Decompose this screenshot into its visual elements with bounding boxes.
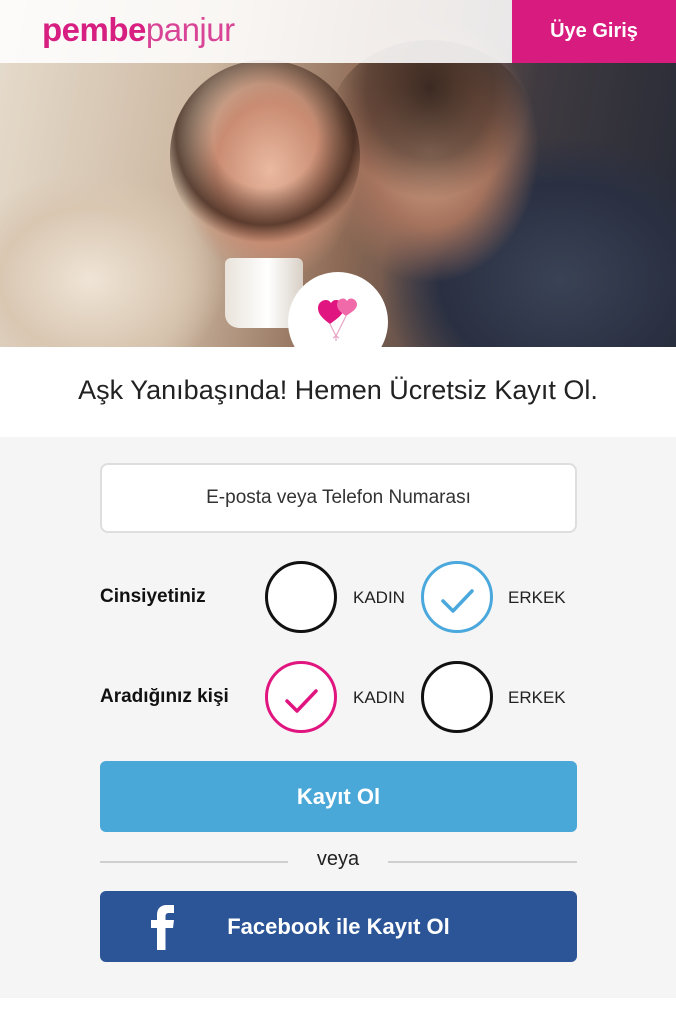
seeking-female-radio[interactable]	[265, 661, 337, 733]
photo-detail	[330, 40, 530, 200]
divider-text: veya	[316, 848, 360, 870]
gender-female-label[interactable]: KADIN	[353, 587, 405, 609]
logo-part1: pembe	[42, 11, 146, 48]
seeking-label: Aradığınız kişi	[100, 686, 229, 707]
hero-badge	[288, 272, 388, 372]
register-button[interactable]: Kayıt Ol	[100, 761, 577, 832]
checkmark-icon	[441, 589, 474, 613]
seeking-male-radio[interactable]	[421, 661, 493, 733]
photo-detail	[170, 60, 360, 250]
divider-line-left	[100, 861, 288, 863]
gender-label: Cinsiyetiniz	[100, 586, 206, 607]
seeking-male-label[interactable]: ERKEK	[508, 687, 566, 709]
checkmark-icon	[285, 689, 318, 713]
gender-male-label[interactable]: ERKEK	[508, 587, 566, 609]
gender-female-radio[interactable]	[265, 561, 337, 633]
gender-male-radio[interactable]	[421, 561, 493, 633]
divider-line-right	[388, 861, 577, 863]
facebook-register-text-wrap: Facebook ile Kayıt Ol	[100, 891, 577, 962]
signup-page: pembepanjur Üye Giriş Aşk Yanıbaşında! H…	[0, 0, 676, 1024]
facebook-register-label: Facebook ile Kayıt Ol	[227, 913, 450, 939]
seeking-female-label[interactable]: KADIN	[353, 687, 405, 709]
contact-input[interactable]	[100, 463, 577, 533]
heart-balloons-icon	[318, 298, 357, 341]
tagline: Aşk Yanıbaşında! Hemen Ücretsiz Kayıt Ol…	[78, 375, 598, 405]
login-button[interactable]: Üye Giriş	[512, 0, 676, 63]
site-logo[interactable]: pembepanjur	[42, 10, 235, 50]
logo-part2: panjur	[145, 11, 235, 48]
facebook-register-button[interactable]: Facebook ile Kayıt Ol	[100, 891, 577, 962]
